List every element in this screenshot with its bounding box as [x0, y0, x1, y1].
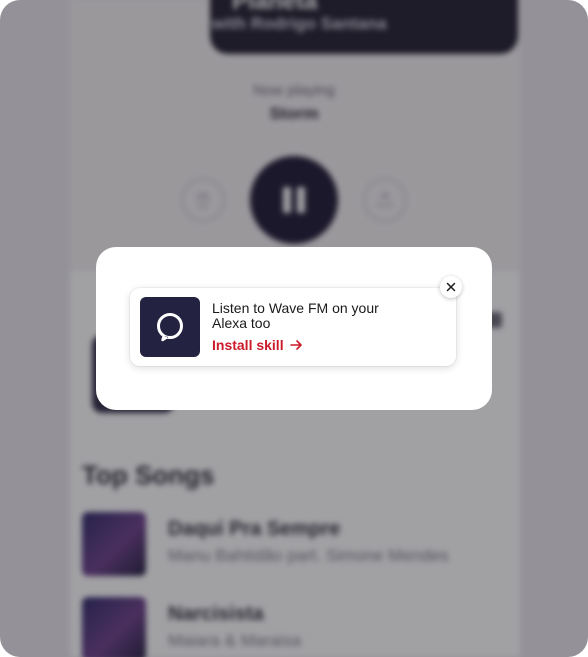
install-skill-label: Install skill — [212, 337, 284, 353]
alexa-logo-icon — [157, 313, 183, 344]
arrow-right-icon — [289, 340, 302, 350]
install-skill-link[interactable]: Install skill — [212, 337, 303, 353]
alexa-tile — [140, 297, 200, 357]
close-button[interactable] — [440, 276, 462, 298]
promo-message: Listen to Wave FM on your Alexa too — [212, 300, 379, 331]
close-icon — [446, 282, 456, 292]
alexa-promo-modal: Listen to Wave FM on your Alexa too Inst… — [96, 247, 492, 410]
alexa-promo-card: Listen to Wave FM on your Alexa too Inst… — [130, 288, 456, 366]
app-frame: Planeta with Rodrigo Santana Now playing… — [0, 0, 588, 657]
